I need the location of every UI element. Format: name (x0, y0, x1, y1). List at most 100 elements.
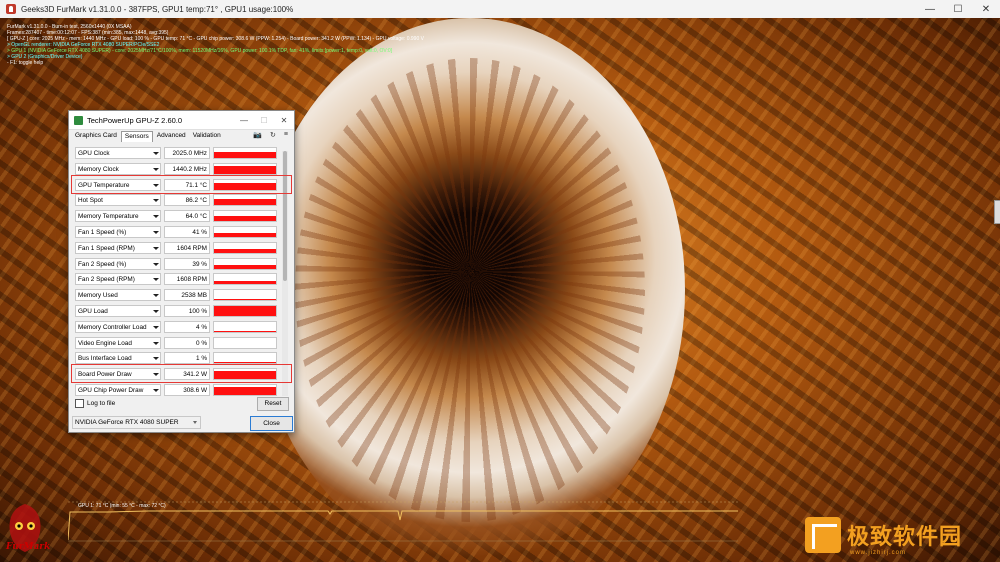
tab-advanced[interactable]: Advanced (154, 131, 189, 142)
reset-button[interactable]: Reset (257, 397, 289, 411)
sensor-value: 41 % (164, 226, 210, 238)
sensor-graph (213, 147, 277, 159)
sensor-graph (213, 210, 277, 223)
sensor-name-dropdown[interactable]: Video Engine Load (75, 336, 161, 349)
maximize-icon[interactable]: ☐ (944, 0, 972, 18)
sensor-row: Fan 1 Speed (RPM) 1604 RPM (75, 241, 277, 255)
refresh-icon[interactable]: ↻ (270, 131, 276, 139)
sensor-graph (213, 241, 277, 254)
minimize-icon[interactable]: — (916, 0, 944, 18)
sensor-name-dropdown[interactable]: Hot Spot (75, 194, 161, 207)
sensor-row: Memory Controller Load 4 % (75, 320, 277, 334)
sensor-value: 100 % (164, 305, 210, 317)
sensor-graph-fill (214, 165, 276, 174)
chevron-down-icon (153, 167, 159, 171)
chevron-down-icon (153, 357, 159, 361)
sensor-name: Fan 1 Speed (RPM) (78, 244, 135, 252)
log-to-file-checkbox[interactable] (75, 399, 84, 408)
chevron-down-icon (153, 152, 159, 155)
chevron-down-icon (153, 341, 159, 345)
gpuz-window: TechPowerUp GPU-Z 2.60.0 — ☐ ✕ Graphics … (68, 110, 295, 433)
gpuz-titlebar: TechPowerUp GPU-Z 2.60.0 — ☐ ✕ (69, 111, 294, 130)
furmark-titlebar: Geeks3D FurMark v1.31.0.0 - 387FPS, GPU1… (0, 0, 1000, 19)
chevron-down-icon (193, 421, 197, 424)
sensor-value: 308.6 W (164, 384, 210, 396)
sensor-row: Fan 2 Speed (%) 39 % (75, 257, 277, 271)
watermark-logo-icon (805, 517, 841, 553)
sensor-name-dropdown[interactable]: Memory Clock (75, 162, 161, 175)
sensor-graph-fill (214, 299, 276, 301)
sensor-value: 0 % (164, 336, 210, 349)
sensor-name: Memory Clock (78, 165, 119, 173)
sensor-name-dropdown[interactable]: Fan 2 Speed (RPM) (75, 273, 161, 286)
temperature-graph (68, 501, 738, 542)
gpuz-maximize-icon[interactable]: ☐ (254, 116, 274, 125)
fur-eye-render (255, 18, 685, 562)
sensor-value: 2538 MB (164, 289, 210, 302)
chevron-down-icon (153, 262, 159, 266)
tab-validation[interactable]: Validation (190, 131, 224, 142)
sensor-name: Fan 2 Speed (%) (78, 260, 127, 268)
gpu-select-dropdown[interactable]: NVIDIA GeForce RTX 4080 SUPER (72, 416, 201, 429)
sensor-name-dropdown[interactable]: Fan 2 Speed (%) (75, 257, 161, 270)
sensor-graph (213, 226, 277, 238)
sensor-name: GPU Clock (78, 150, 110, 157)
gpu-select-value: NVIDIA GeForce RTX 4080 SUPER (75, 419, 179, 426)
sensor-graph (213, 273, 277, 286)
gpuz-app-icon (74, 115, 83, 125)
chevron-down-icon (153, 294, 159, 298)
gpuz-window-title: TechPowerUp GPU-Z 2.60.0 (87, 115, 183, 125)
watermark-url: www.jizhirj.com (850, 550, 907, 556)
sensor-name-dropdown[interactable]: Fan 1 Speed (RPM) (75, 241, 161, 254)
sensor-graph-fill (214, 249, 276, 253)
sensor-name-dropdown[interactable]: Fan 1 Speed (%) (75, 226, 161, 238)
temperature-graph-label: GPU 1: 71 °C (min: 55 °C - max: 72 °C) (78, 503, 166, 509)
sensor-value: 39 % (164, 257, 210, 270)
gpuz-close-icon[interactable]: ✕ (274, 116, 294, 125)
gpuz-toolbar: 📷 ↻ ≡ (253, 131, 288, 139)
sensor-name-dropdown[interactable]: GPU Load (75, 305, 161, 317)
sensor-name-dropdown[interactable]: GPU Chip Power Draw (75, 384, 161, 396)
overlay-line: - F1: toggle help (7, 60, 44, 66)
log-to-file-label: Log to file (87, 400, 116, 407)
sensor-graph (213, 384, 277, 396)
sensor-row: GPU Clock 2025.0 MHz (75, 147, 277, 160)
sensor-graph-fill (214, 265, 276, 269)
sensor-name-dropdown[interactable]: Memory Controller Load (75, 320, 161, 333)
sensor-value: 2025.0 MHz (164, 147, 210, 159)
sensor-graph (213, 305, 277, 317)
sensor-graph (213, 336, 277, 349)
tab-graphics-card[interactable]: Graphics Card (72, 131, 120, 142)
sensor-name-dropdown[interactable]: Memory Used (75, 289, 161, 302)
highlight-board-power-draw (71, 364, 292, 384)
tab-sensors[interactable]: Sensors (120, 131, 153, 142)
side-scroll-handle[interactable] (994, 200, 1000, 224)
sensor-name-dropdown[interactable]: Bus Interface Load (75, 352, 161, 365)
sensor-graph-fill (214, 281, 276, 285)
sensor-row: Memory Temperature 64.0 °C (75, 210, 277, 223)
sensor-graph (213, 162, 277, 175)
chevron-down-icon (153, 199, 159, 203)
sensor-name-dropdown[interactable]: Memory Temperature (75, 210, 161, 223)
hamburger-menu-icon[interactable]: ≡ (284, 131, 288, 139)
sensor-scrollbar-thumb[interactable] (283, 151, 287, 281)
gpuz-minimize-icon[interactable]: — (234, 116, 254, 125)
furmark-app-icon (6, 4, 16, 14)
close-button[interactable]: Close (250, 416, 293, 431)
sensor-name: Fan 2 Speed (RPM) (78, 276, 135, 284)
sensor-value: 4 % (164, 320, 210, 333)
screenshot-camera-icon[interactable]: 📷 (253, 131, 262, 139)
sensor-graph (213, 320, 277, 333)
furmark-info-overlay: FurMark v1.31.0.0 - Burn-in test, 2560x1… (7, 24, 424, 66)
sensor-value: 1608 RPM (164, 273, 210, 286)
log-to-file-option[interactable]: Log to file (75, 399, 115, 408)
gpuz-tab-bar: Graphics Card Sensors Advanced Validation (72, 131, 225, 142)
sensor-row: Fan 2 Speed (RPM) 1608 RPM (75, 273, 277, 286)
sensor-row: Memory Used 2538 MB (75, 289, 277, 302)
chevron-down-icon (153, 246, 159, 250)
sensor-value: 64.0 °C (164, 210, 210, 223)
sensor-graph-fill (214, 198, 276, 206)
highlight-gpu-temperature (71, 174, 292, 194)
close-icon[interactable]: ✕ (972, 0, 1000, 18)
sensor-name-dropdown[interactable]: GPU Clock (75, 147, 161, 159)
